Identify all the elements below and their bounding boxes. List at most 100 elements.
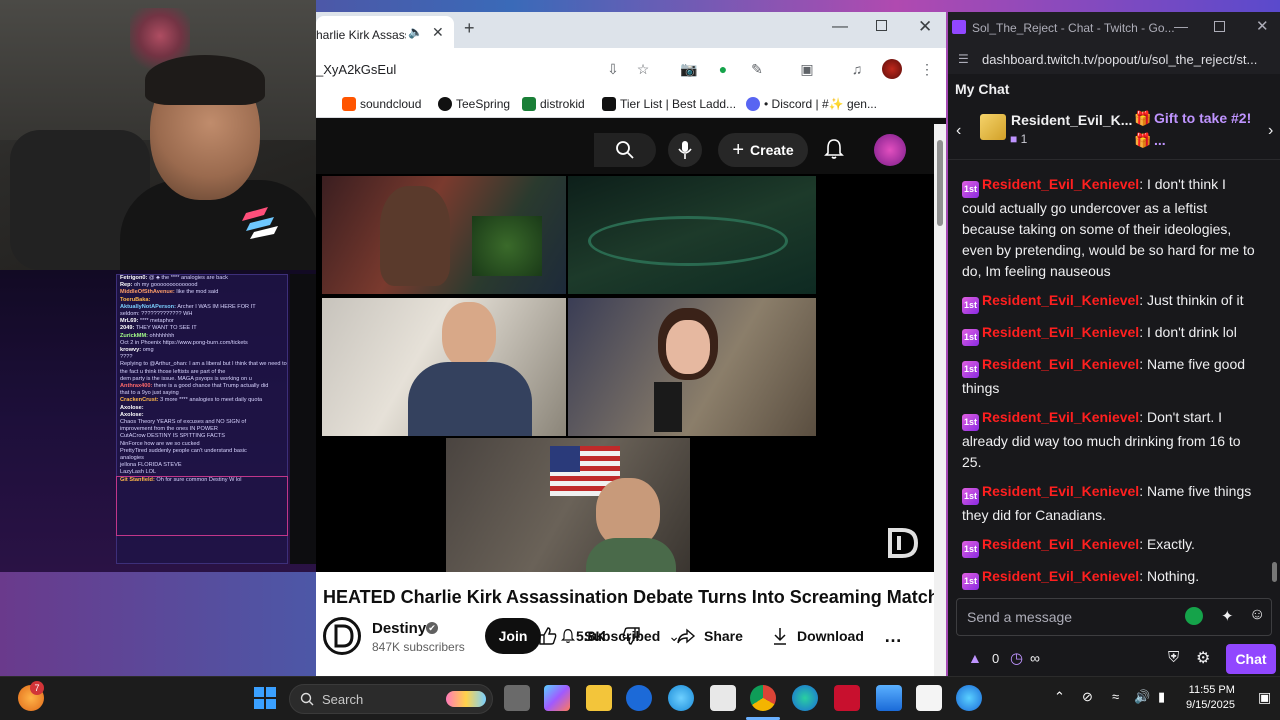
minimize-icon[interactable]: —: [1174, 18, 1188, 34]
shield-icon[interactable]: ⛨: [1168, 649, 1179, 666]
task-view-icon[interactable]: [504, 685, 530, 711]
bookmark-tier-list[interactable]: Tier List | Best Ladd...: [602, 97, 736, 111]
hp-icon[interactable]: [626, 685, 652, 711]
dislike-button[interactable]: [621, 618, 641, 654]
twitch-url[interactable]: dashboard.twitch.tv/popout/u/sol_the_rej…: [982, 52, 1257, 67]
chat-username[interactable]: Resident_Evil_Kenievel: [982, 536, 1139, 552]
chat-username[interactable]: Resident_Evil_Kenievel: [982, 292, 1139, 308]
settings-app-icon[interactable]: [956, 685, 982, 711]
channel-name[interactable]: Destiny: [372, 620, 426, 637]
notifications-bell-icon[interactable]: [824, 138, 844, 160]
window-close-icon[interactable]: ✕: [1256, 17, 1269, 35]
bookmark-distrokid[interactable]: distrokid: [522, 97, 585, 111]
speaker-icon[interactable]: 🔈: [408, 25, 423, 39]
battery-icon[interactable]: ▮: [1158, 689, 1165, 705]
network-off-icon[interactable]: ⊘: [1082, 689, 1093, 705]
download-button[interactable]: Download: [771, 618, 864, 654]
chevron-left-icon[interactable]: ‹: [956, 122, 961, 140]
copilot-icon[interactable]: [544, 685, 570, 711]
like-button[interactable]: 5.8K: [538, 618, 606, 654]
photos-icon[interactable]: [876, 685, 902, 711]
grammarly-icon[interactable]: [1185, 607, 1203, 625]
browser-menu-icon[interactable]: ⋮: [918, 60, 936, 78]
video-player[interactable]: [316, 174, 934, 572]
maximize-icon[interactable]: [876, 20, 887, 31]
share-button[interactable]: Share: [676, 618, 743, 654]
edge-beta-icon[interactable]: [668, 685, 694, 711]
bookmark-teespring[interactable]: TeeSpring: [438, 97, 510, 111]
new-tab-icon[interactable]: +: [464, 18, 475, 39]
chevron-right-icon[interactable]: ›: [1268, 122, 1273, 140]
address-bar[interactable]: _XyA2kGsEul: [316, 62, 396, 77]
sparkle-icon[interactable]: ✦: [1221, 607, 1234, 625]
bookmark-discord[interactable]: • Discord | #✨ gen...: [746, 97, 877, 111]
webcam-streamer-hair: [145, 55, 265, 105]
stream-chat-username: AktuallyNotAPerson:: [120, 303, 176, 310]
chat-username[interactable]: Resident_Evil_Kenievel: [982, 409, 1139, 425]
taskbar-clock[interactable]: 11:55 PM 9/15/2025: [1186, 683, 1235, 713]
channel-avatar[interactable]: [323, 617, 361, 655]
window-close-icon[interactable]: ✕: [918, 17, 932, 37]
maximize-icon[interactable]: [1214, 21, 1225, 32]
chat-username[interactable]: Resident_Evil_Kenievel: [982, 483, 1139, 499]
chat-username[interactable]: Resident_Evil_Kenievel: [982, 568, 1139, 584]
timer-icon[interactable]: ◷: [1010, 649, 1023, 667]
extensions-icon[interactable]: ✎: [748, 60, 766, 78]
wifi-icon[interactable]: ≈: [1112, 689, 1119, 704]
browser-tab-active[interactable]: harlie Kirk Assass 🔈 ✕: [316, 16, 454, 48]
profile-avatar[interactable]: [882, 59, 902, 79]
bookmark-star-icon[interactable]: ☆: [634, 60, 652, 78]
taskbar-search[interactable]: Search: [289, 684, 493, 714]
chat-username[interactable]: Resident_Evil_Kenievel: [982, 324, 1139, 340]
media-control-icon[interactable]: ♫: [848, 60, 866, 78]
bookmark-soundcloud[interactable]: soundcloud: [342, 97, 421, 111]
stream-chat-text: ohhhhhhh: [147, 332, 175, 339]
minimize-icon[interactable]: —: [832, 18, 848, 36]
first-badge-icon: 1st: [962, 488, 979, 505]
file-explorer-icon[interactable]: [586, 685, 612, 711]
chat-scrollbar-thumb[interactable]: [1272, 562, 1277, 582]
notification-center-icon[interactable]: ▣: [1258, 689, 1271, 706]
page-scrollbar[interactable]: [934, 124, 946, 676]
video-microphone: [654, 382, 682, 432]
chat-send-button[interactable]: Chat: [1226, 644, 1276, 674]
youtube-search-button[interactable]: [594, 133, 656, 167]
site-info-icon[interactable]: ☰: [958, 52, 969, 66]
emote-picker-icon[interactable]: ☺: [1249, 606, 1265, 624]
stream-chat-overlay: Fetrigon0: @ ♣ the **** analogies are ba…: [0, 270, 316, 572]
chat-message: 1st Resident_Evil_Kenievel: Name five thi…: [948, 479, 1270, 532]
chat-message-input[interactable]: Send a message ✦ ☺: [956, 598, 1272, 636]
notepad-icon[interactable]: [710, 685, 736, 711]
mcafee-icon[interactable]: [834, 685, 860, 711]
screen-search-icon[interactable]: ▣: [798, 60, 816, 78]
chat-text: : Nothing.: [1139, 568, 1200, 584]
gift-user[interactable]: Resident_Evil_K...: [1011, 112, 1132, 128]
stream-chat-highlight-box: [116, 476, 288, 536]
voice-search-button[interactable]: [668, 133, 702, 167]
chat-username[interactable]: Resident_Evil_Kenievel: [982, 176, 1139, 192]
stream-chat-line: NinForce how are we so cucked: [117, 441, 287, 448]
first-badge-icon: 1st: [962, 329, 979, 346]
edge-icon[interactable]: [792, 685, 818, 711]
chrome-icon[interactable]: [750, 685, 776, 711]
first-badge-icon: 1st: [962, 361, 979, 378]
settings-gear-icon[interactable]: ⚙: [1196, 648, 1210, 668]
grammarly-icon[interactable]: ●: [714, 60, 732, 78]
install-app-icon[interactable]: ⇩: [604, 60, 622, 78]
camera-icon[interactable]: 📷: [680, 60, 698, 78]
more-actions-button[interactable]: …: [884, 618, 902, 654]
join-button[interactable]: Join: [485, 618, 541, 654]
chevron-up-icon[interactable]: ⌃: [1054, 689, 1065, 705]
chat-username[interactable]: Resident_Evil_Kenievel: [982, 356, 1139, 372]
page-scrollbar-thumb[interactable]: [937, 140, 943, 226]
windows-start-icon[interactable]: [254, 687, 276, 709]
youtube-account-avatar[interactable]: [874, 134, 906, 166]
volume-icon[interactable]: 🔊: [1134, 689, 1150, 705]
chat-scrollbar[interactable]: [1270, 172, 1280, 592]
download-icon: [774, 628, 786, 645]
create-button[interactable]: + Create: [718, 133, 808, 167]
tab-close-icon[interactable]: ✕: [432, 24, 444, 41]
first-badge-icon: 1st: [962, 414, 979, 431]
channel-points-icon[interactable]: ▲: [968, 650, 982, 666]
document-icon[interactable]: [916, 685, 942, 711]
